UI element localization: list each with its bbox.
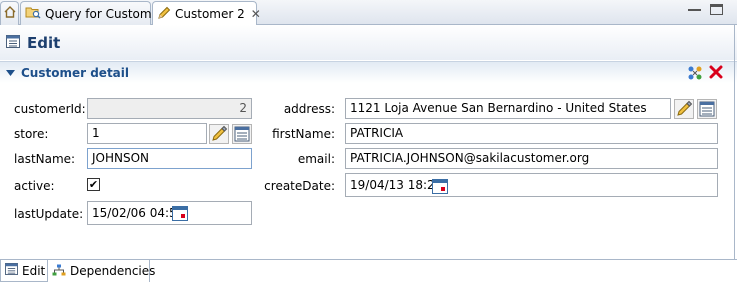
minimize-icon[interactable] bbox=[688, 4, 701, 11]
chevron-down-icon[interactable] bbox=[6, 66, 15, 80]
home-icon bbox=[4, 6, 16, 21]
hierarchy-icon bbox=[52, 264, 66, 279]
connect-icon[interactable] bbox=[687, 65, 703, 84]
edit-header: Edit bbox=[0, 25, 737, 60]
tab-label: Edit bbox=[22, 263, 46, 278]
lastUpdate-field[interactable]: 15/02/06 04:57 bbox=[87, 201, 252, 225]
form-icon bbox=[5, 263, 18, 278]
delete-icon[interactable] bbox=[709, 65, 723, 84]
query-folder-icon bbox=[25, 5, 41, 22]
customerId-label: customerId: bbox=[14, 102, 86, 116]
tab-edit[interactable]: Edit bbox=[0, 260, 48, 282]
createDate-label: createDate: bbox=[264, 179, 335, 193]
bottom-tab-bar: Edit Dependencies bbox=[0, 259, 737, 286]
close-icon[interactable]: ✕ bbox=[251, 7, 261, 21]
lastName-field[interactable]: JOHNSON bbox=[87, 148, 252, 169]
firstName-field[interactable]: PATRICIA bbox=[345, 123, 718, 144]
active-checkbox[interactable]: ✔ bbox=[87, 178, 100, 191]
tab-query-for-customer[interactable]: Query for Customer bbox=[20, 1, 164, 25]
store-label: store: bbox=[14, 127, 49, 141]
editor-tab-bar: Query for Customer Customer 2 ✕ bbox=[0, 0, 737, 26]
maximize-icon[interactable] bbox=[710, 4, 723, 15]
lastUpdate-label: lastUpdate: bbox=[14, 207, 84, 221]
createDate-value: 19/04/13 18:22 bbox=[350, 178, 443, 192]
address-field[interactable]: 1121 Loja Avenue San Bernardino - United… bbox=[345, 98, 671, 119]
tab-label: Dependencies bbox=[70, 264, 156, 278]
editor-border bbox=[734, 25, 735, 260]
createDate-field[interactable]: 19/04/13 18:22 bbox=[345, 173, 718, 197]
form-icon bbox=[6, 34, 20, 51]
edit-address-button[interactable] bbox=[674, 99, 694, 119]
open-address-form-button[interactable] bbox=[697, 99, 717, 119]
firstName-label: firstName: bbox=[272, 127, 335, 141]
email-label: email: bbox=[297, 152, 335, 166]
tab-customer-2[interactable]: Customer 2 ✕ bbox=[152, 1, 261, 26]
checkmark-icon: ✔ bbox=[88, 178, 99, 191]
edit-store-button[interactable] bbox=[209, 124, 229, 144]
tab-home[interactable] bbox=[0, 1, 19, 25]
tab-label: Query for Customer bbox=[45, 6, 164, 21]
address-label: address: bbox=[283, 102, 335, 116]
email-field[interactable]: PATRICIA.JOHNSON@sakilacustomer.org bbox=[345, 148, 718, 169]
section-title: Customer detail bbox=[21, 65, 129, 80]
lastName-label: lastName: bbox=[14, 152, 76, 166]
store-field[interactable]: 1 bbox=[87, 123, 207, 144]
active-label: active: bbox=[14, 179, 55, 193]
page-title: Edit bbox=[27, 33, 61, 52]
tab-dependencies[interactable]: Dependencies bbox=[48, 260, 155, 282]
calendar-icon[interactable] bbox=[172, 205, 188, 221]
section-customer-detail[interactable]: Customer detail bbox=[0, 61, 737, 83]
pencil-icon bbox=[157, 6, 171, 23]
tab-label: Customer 2 bbox=[175, 7, 245, 21]
lastUpdate-value: 15/02/06 04:57 bbox=[92, 206, 185, 220]
open-store-form-button[interactable] bbox=[232, 124, 252, 144]
calendar-icon[interactable] bbox=[432, 178, 448, 194]
customerId-field: 2 bbox=[87, 98, 252, 119]
